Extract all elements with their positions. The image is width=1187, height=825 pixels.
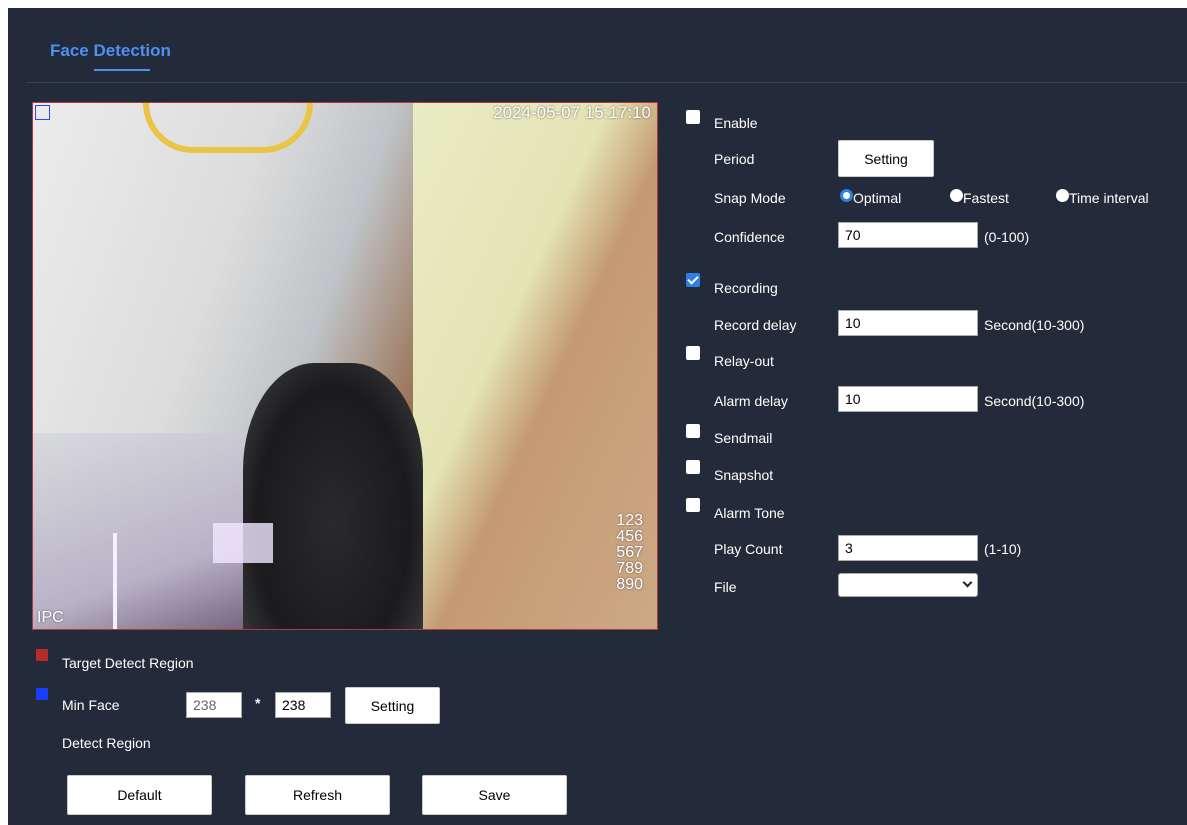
osd-line: 456 <box>616 528 643 545</box>
file-select[interactable] <box>838 573 978 597</box>
relay-out-checkbox[interactable] <box>686 346 700 360</box>
osd-line: 789 <box>616 560 643 577</box>
snap-mode-fastest-label[interactable]: Fastest <box>963 190 1009 206</box>
snap-mode-optimal-radio[interactable] <box>840 189 853 202</box>
sendmail-label: Sendmail <box>714 430 773 446</box>
snap-mode-optimal-label[interactable]: Optimal <box>853 190 901 206</box>
video-scene-light <box>113 533 117 629</box>
save-button[interactable]: Save <box>422 775 567 815</box>
osd-line: 567 <box>616 544 643 561</box>
target-region-label: Target Detect Region <box>62 655 194 671</box>
chevron-down-icon <box>962 577 973 588</box>
file-label: File <box>714 579 737 595</box>
confidence-input[interactable] <box>838 222 978 248</box>
enable-label: Enable <box>714 115 758 131</box>
play-count-label: Play Count <box>714 541 783 557</box>
osd-timestamp: 2024-05-07 15:17:10 <box>493 103 651 122</box>
enable-checkbox[interactable] <box>686 110 700 124</box>
snap-mode-fastest-radio[interactable] <box>950 189 963 202</box>
video-scene-object <box>243 363 423 629</box>
min-face-region-box[interactable] <box>35 105 50 120</box>
min-face-label: Min Face <box>62 697 120 713</box>
detect-region-label: Detect Region <box>62 735 151 751</box>
video-preview[interactable]: 2024-05-07 15:17:10 123 456 567 789 890 … <box>32 102 658 630</box>
video-scene-window <box>213 523 273 563</box>
default-button[interactable]: Default <box>67 775 212 815</box>
alarm-delay-label: Alarm delay <box>714 393 788 409</box>
recording-checkbox[interactable] <box>686 273 700 287</box>
play-count-range: (1-10) <box>984 541 1022 557</box>
confidence-range: (0-100) <box>984 229 1030 245</box>
video-scene-cable <box>143 103 313 153</box>
refresh-button[interactable]: Refresh <box>245 775 390 815</box>
min-face-separator: * <box>255 695 261 711</box>
alarm-tone-checkbox[interactable] <box>686 498 700 512</box>
alarm-tone-label: Alarm Tone <box>714 505 785 521</box>
play-count-input[interactable] <box>838 535 978 561</box>
alarm-delay-unit: Second(10-300) <box>984 393 1085 409</box>
record-delay-input[interactable] <box>838 310 978 336</box>
period-label: Period <box>714 151 755 167</box>
snap-mode-time-interval-label[interactable]: Time interval <box>1069 190 1149 206</box>
record-delay-unit: Second(10-300) <box>984 317 1085 333</box>
min-face-color-icon <box>36 688 48 700</box>
sendmail-checkbox[interactable] <box>686 424 700 438</box>
min-face-height-input[interactable] <box>275 692 331 718</box>
alarm-delay-input[interactable] <box>838 386 978 412</box>
tab-face-detection[interactable]: Face Detection <box>50 41 171 61</box>
snap-mode-label: Snap Mode <box>714 190 786 206</box>
snapshot-label: Snapshot <box>714 467 774 483</box>
tab-active-underline <box>94 69 150 71</box>
header-divider <box>26 82 1187 83</box>
record-delay-label: Record delay <box>714 317 797 333</box>
min-face-setting-button[interactable]: Setting <box>345 687 440 724</box>
snapshot-checkbox[interactable] <box>686 460 700 474</box>
target-region-color-icon <box>36 649 48 661</box>
snap-mode-time-interval-radio[interactable] <box>1056 189 1069 202</box>
osd-text-lines: 123 456 567 789 890 <box>616 513 643 593</box>
osd-line: 890 <box>616 576 643 593</box>
confidence-label: Confidence <box>714 229 785 245</box>
recording-label: Recording <box>714 280 778 296</box>
osd-channel-label: IPC <box>37 609 64 626</box>
min-face-width-input[interactable] <box>186 692 242 718</box>
relay-out-label: Relay-out <box>714 353 774 369</box>
period-setting-button[interactable]: Setting <box>838 140 934 177</box>
osd-line: 123 <box>616 512 643 529</box>
